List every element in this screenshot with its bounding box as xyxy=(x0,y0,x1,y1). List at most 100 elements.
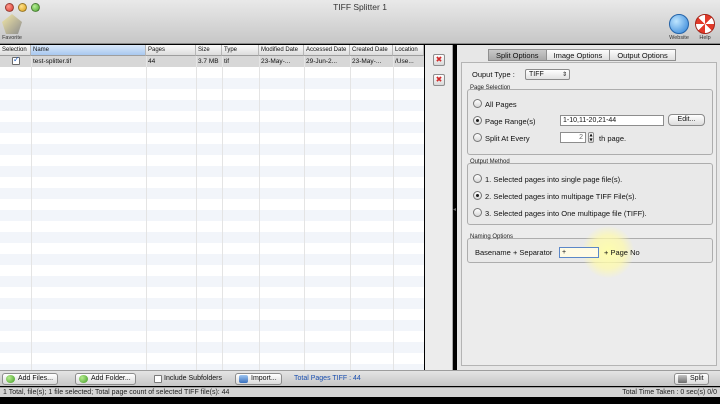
website-button[interactable]: Website xyxy=(669,14,689,41)
add-folder-button[interactable]: Add Folder... xyxy=(75,373,136,385)
split-every-radio[interactable] xyxy=(473,133,482,142)
tab-image-options[interactable]: Image Options xyxy=(545,49,611,61)
tab-output-options[interactable]: Output Options xyxy=(609,49,676,61)
select-arrows-icon: ⇕ xyxy=(561,71,567,78)
split-every-label: Split At Every xyxy=(485,134,530,143)
empty-row xyxy=(0,122,424,133)
row-created: 23-May-... xyxy=(352,58,382,65)
empty-row xyxy=(0,353,424,364)
separator-input[interactable]: + xyxy=(559,247,599,258)
output-type-select[interactable]: TIFF ⇕ xyxy=(525,69,570,80)
column-divider xyxy=(259,56,260,370)
favorite-icon xyxy=(2,14,22,34)
empty-row xyxy=(0,89,424,100)
naming-options-title: Naming Options xyxy=(470,234,514,240)
column-header-location[interactable]: Location xyxy=(393,45,424,56)
page-ranges-input[interactable]: 1-10,11-20,21-44 xyxy=(560,115,664,126)
empty-row xyxy=(0,331,424,342)
empty-row xyxy=(0,67,424,78)
help-label: Help xyxy=(699,35,711,41)
status-bar: 1 Total, file(s); 1 file selected; Total… xyxy=(0,387,720,397)
all-pages-label: All Pages xyxy=(485,100,517,109)
column-header-type[interactable]: Type xyxy=(222,45,259,56)
split-every-input[interactable]: 2 xyxy=(560,132,586,143)
status-right-text: Total Time Taken : 0 sec(s) 0/0 xyxy=(622,389,717,396)
column-header-modified[interactable]: Modified Date xyxy=(259,45,304,56)
lifebuoy-icon xyxy=(695,14,715,34)
column-divider xyxy=(350,56,351,370)
window-title: TIFF Splitter 1 xyxy=(333,2,387,12)
output-method-label-3: 3. Selected pages into One multipage fil… xyxy=(485,209,647,218)
empty-row xyxy=(0,232,424,243)
globe-icon xyxy=(669,14,689,34)
add-icon xyxy=(6,375,15,383)
empty-row xyxy=(0,199,424,210)
empty-row xyxy=(0,265,424,276)
column-divider xyxy=(393,56,394,370)
website-label: Website xyxy=(669,35,689,41)
row-modified: 23-May-... xyxy=(261,58,291,65)
split-every-suffix: th page. xyxy=(599,134,627,143)
column-header-created[interactable]: Created Date xyxy=(350,45,393,56)
row-select-checkbox[interactable] xyxy=(12,55,20,65)
row-size: 3.7 MB xyxy=(198,58,219,65)
output-method-radio-1[interactable] xyxy=(473,174,482,183)
split-options-pane: Ouput Type : TIFF ⇕ Page Selection All P… xyxy=(461,62,717,366)
tab-split-options[interactable]: Split Options xyxy=(488,49,547,61)
empty-row xyxy=(0,320,424,331)
remove-file-button[interactable]: ✖ xyxy=(433,54,445,66)
help-button[interactable]: Help xyxy=(695,14,715,41)
remove-icon: ✖ xyxy=(435,55,443,64)
empty-row xyxy=(0,298,424,309)
empty-row xyxy=(0,78,424,89)
options-panel: Split Options Image Options Output Optio… xyxy=(457,45,720,370)
file-table: Selection Name Pages Size Type Modified … xyxy=(0,45,424,375)
output-method-radio-3[interactable] xyxy=(473,208,482,217)
page-no-label: + Page No xyxy=(604,248,640,257)
column-divider xyxy=(304,56,305,370)
empty-row xyxy=(0,287,424,298)
empty-row xyxy=(0,254,424,265)
row-accessed: 29-Jun-2... xyxy=(306,58,338,65)
column-header-accessed[interactable]: Accessed Date xyxy=(304,45,350,56)
edit-ranges-button[interactable]: Edit... xyxy=(668,114,705,126)
include-subfolders-checkbox[interactable] xyxy=(154,375,162,383)
column-divider xyxy=(222,56,223,370)
page-selection-title: Page Selection xyxy=(470,85,511,91)
output-method-radio-2[interactable] xyxy=(473,191,482,200)
page-ranges-radio[interactable] xyxy=(473,116,482,125)
import-button[interactable]: Import... xyxy=(235,373,282,385)
favorite-button[interactable]: Favorite xyxy=(2,14,22,41)
empty-row xyxy=(0,111,424,122)
remove-all-button[interactable]: ✖ xyxy=(433,74,445,86)
all-pages-radio[interactable] xyxy=(473,99,482,108)
add-files-button[interactable]: Add Files... xyxy=(2,373,59,385)
splitter-handle[interactable]: ◂ xyxy=(453,206,456,213)
column-divider xyxy=(146,56,147,370)
import-icon xyxy=(239,375,248,383)
empty-row xyxy=(0,221,424,232)
bottom-toolbar: Add Files... Add Folder... Include Subfo… xyxy=(0,370,720,386)
split-every-stepper[interactable]: ▲ ▼ xyxy=(588,132,594,143)
table-row[interactable]: test-splitter.tif 44 3.7 MB tif 23-May-.… xyxy=(0,55,424,67)
empty-row xyxy=(0,177,424,188)
empty-row xyxy=(0,144,424,155)
split-icon xyxy=(678,375,687,383)
column-header-name[interactable]: Name xyxy=(31,45,146,56)
column-divider xyxy=(196,56,197,370)
page-ranges-label: Page Range(s) xyxy=(485,117,536,126)
split-button[interactable]: Split xyxy=(674,373,709,385)
column-header-pages[interactable]: Pages xyxy=(146,45,196,56)
options-tabs: Split Options Image Options Output Optio… xyxy=(488,49,676,61)
empty-row xyxy=(0,342,424,353)
output-method-title: Output Method xyxy=(470,159,510,165)
empty-row xyxy=(0,210,424,221)
basename-separator-label: Basename + Separator xyxy=(475,248,553,257)
row-name: test-splitter.tif xyxy=(33,58,72,65)
status-left-text: 1 Total, file(s); 1 file selected; Total… xyxy=(3,389,230,396)
output-type-label: Ouput Type : xyxy=(472,70,515,79)
output-method-label-1: 1. Selected pages into single page file(… xyxy=(485,175,623,184)
output-method-label-2: 2. Selected pages into multipage TIFF Fi… xyxy=(485,192,637,201)
empty-row xyxy=(0,155,424,166)
column-header-size[interactable]: Size xyxy=(196,45,222,56)
